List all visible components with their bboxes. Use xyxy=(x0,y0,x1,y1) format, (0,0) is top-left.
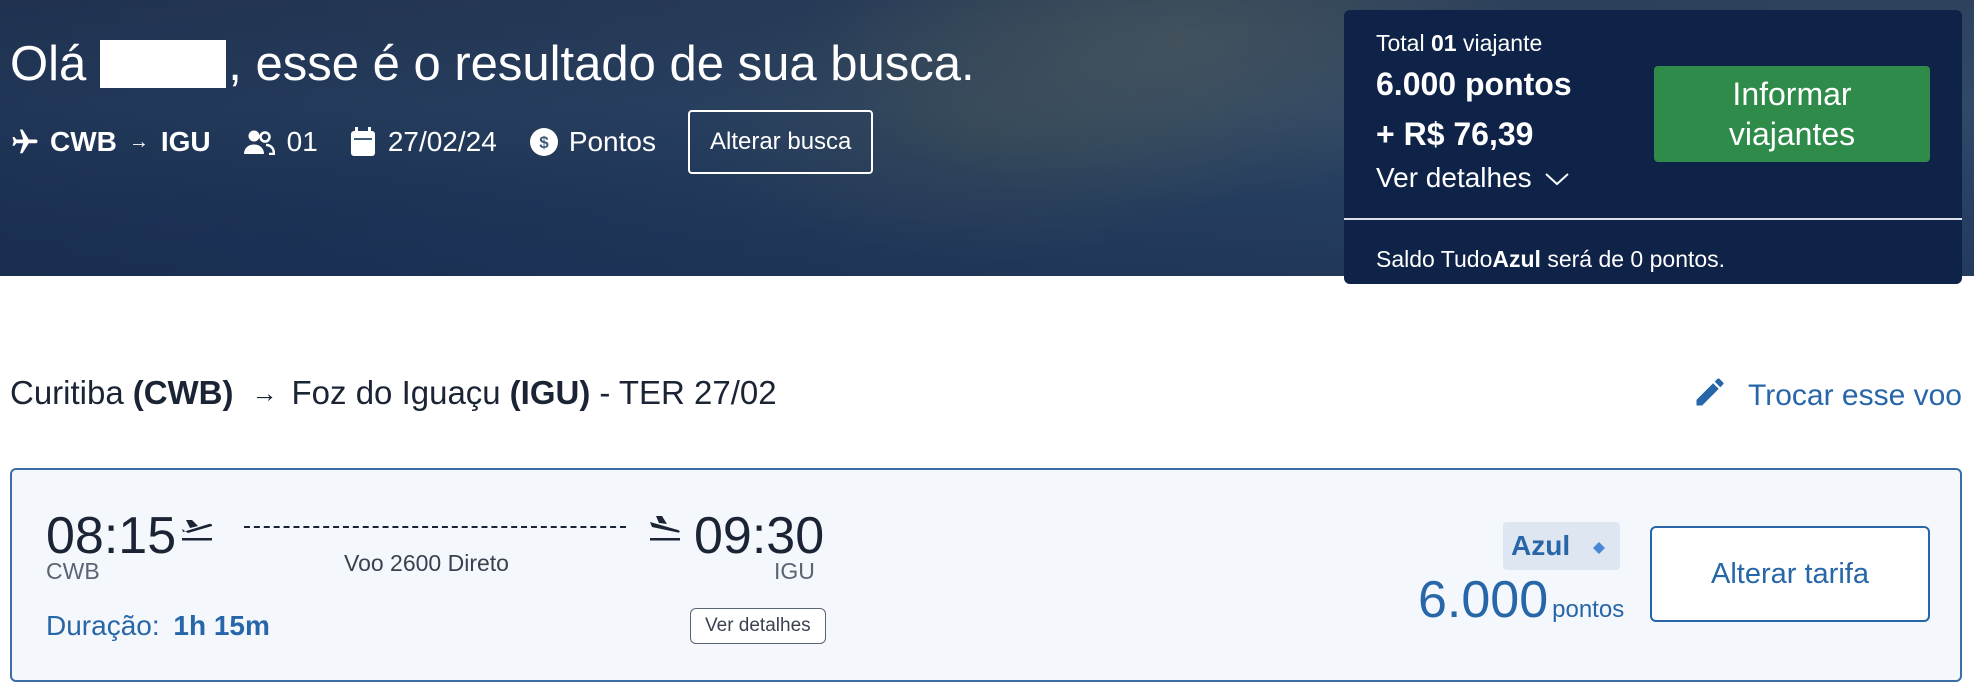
alterar-busca-button[interactable]: Alterar busca xyxy=(687,110,874,174)
ver-detalhes-toggle[interactable]: Ver detalhes xyxy=(1376,162,1570,194)
calendar-icon xyxy=(350,127,376,157)
price-points: 6.000 xyxy=(1418,571,1549,629)
points-total: 6.000 pontos xyxy=(1376,66,1572,102)
flight-path-line xyxy=(244,526,626,528)
flight-card[interactable]: 08:15 CWB Voo 2600 Direto 09:30 IGU Dura… xyxy=(10,468,1962,682)
arrow-right-icon: → xyxy=(251,377,278,408)
dollar-circle-icon: $ xyxy=(529,127,559,157)
saldo-brand: Azul xyxy=(1492,246,1541,272)
departure-time: 08:15 xyxy=(46,507,177,565)
total-suffix: viajante xyxy=(1462,30,1543,56)
search-date: 27/02/24 xyxy=(387,126,497,157)
duration-value: 1h 15m xyxy=(173,610,270,641)
search-summary: CWB → IGU 01 27/02/24 $ Pontos Alterar b… xyxy=(10,110,874,174)
total-count: 01 xyxy=(1430,30,1457,56)
flight-info: Voo 2600 Direto xyxy=(344,550,509,576)
summary-divider xyxy=(1344,218,1962,220)
users-icon xyxy=(243,129,275,155)
arrival-code: IGU xyxy=(774,558,815,584)
trocar-voo-link[interactable]: Trocar esse voo xyxy=(1692,374,1962,418)
saldo-suffix: será de 0 pontos. xyxy=(1540,246,1726,272)
money-total: + R$ 76,39 xyxy=(1376,116,1534,152)
total-travelers: Total 01 viajante xyxy=(1376,30,1542,57)
total-prefix: Total xyxy=(1376,30,1425,56)
flight-duration: Duração: 1h 15m xyxy=(46,610,270,642)
saldo-prefix: Saldo Tudo xyxy=(1376,246,1493,272)
duration-label: Duração: xyxy=(46,610,160,641)
route-heading: Curitiba (CWB) → Foz do Iguaçu (IGU) - T… xyxy=(10,374,777,412)
greeting-suffix: , esse é o resultado de sua busca. xyxy=(228,37,975,91)
passenger-count: 01 xyxy=(286,126,318,157)
greeting-prefix: Olá xyxy=(10,37,87,91)
booking-summary-card: Total 01 viajante 6.000 pontos + R$ 76,3… xyxy=(1344,10,1962,284)
price-unit: pontos xyxy=(1552,596,1625,623)
route-origin-code: (CWB) xyxy=(132,374,234,411)
alterar-tarifa-button[interactable]: Alterar tarifa xyxy=(1650,526,1930,622)
route-segment: CWB → IGU xyxy=(10,126,211,158)
departure-code: CWB xyxy=(46,558,100,584)
date-segment: 27/02/24 xyxy=(350,126,497,158)
takeoff-icon xyxy=(180,514,214,547)
passengers-segment: 01 xyxy=(243,126,318,158)
search-destination-code: IGU xyxy=(160,126,211,157)
trocar-voo-label: Trocar esse voo xyxy=(1748,379,1962,412)
fare-badge-label: Azul xyxy=(1511,530,1571,561)
route-date: - TER 27/02 xyxy=(599,374,777,411)
landing-icon xyxy=(648,514,682,547)
route-destination-code: (IGU) xyxy=(509,374,591,411)
fare-price: 6.000 pontos xyxy=(1418,570,1624,630)
arrival-time: 09:30 xyxy=(694,507,825,565)
payment-segment: $ Pontos xyxy=(529,126,656,158)
route-destination-city: Foz do Iguaçu xyxy=(291,374,501,411)
diamond-icon xyxy=(1570,530,1606,562)
payment-mode: Pontos xyxy=(568,126,656,157)
greeting-heading: Olá , esse é o resultado de sua busca. xyxy=(10,36,975,92)
route-origin-city: Curitiba xyxy=(10,374,124,411)
svg-text:$: $ xyxy=(539,133,549,152)
fare-badge: Azul xyxy=(1503,522,1620,570)
chevron-down-icon xyxy=(1532,162,1570,194)
saldo-note: Saldo TudoAzul será de 0 pontos. xyxy=(1376,246,1725,273)
arrow-right-icon: → xyxy=(128,130,149,153)
pencil-icon xyxy=(1692,374,1748,418)
informar-viajantes-button[interactable]: Informar viajantes xyxy=(1654,66,1930,162)
airplane-icon xyxy=(10,127,40,157)
redacted-username xyxy=(100,40,227,88)
search-origin-code: CWB xyxy=(50,126,117,157)
ver-detalhes-label: Ver detalhes xyxy=(1376,162,1532,193)
ver-detalhes-button[interactable]: Ver detalhes xyxy=(690,608,826,644)
